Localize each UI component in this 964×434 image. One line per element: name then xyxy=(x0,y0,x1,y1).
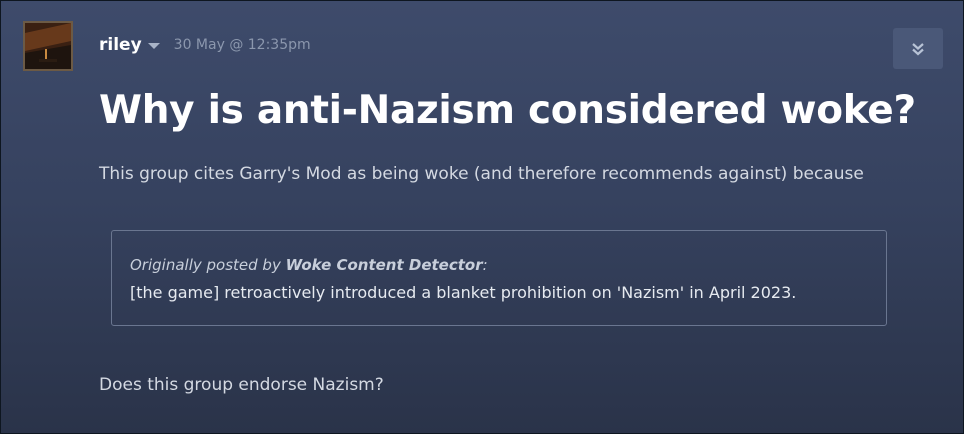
avatar[interactable] xyxy=(23,21,73,71)
quote-block: Originally posted by Woke Content Detect… xyxy=(111,230,887,326)
post-timestamp: 30 May @ 12:35pm xyxy=(173,37,311,53)
quote-attribution: Originally posted by Woke Content Detect… xyxy=(130,251,868,279)
quote-text: [the game] retroactively introduced a bl… xyxy=(130,283,797,302)
quote-suffix: : xyxy=(482,256,488,274)
post-closing-line: Does this group endorse Nazism? xyxy=(99,375,384,395)
avatar-image xyxy=(25,23,71,69)
quote-prefix: Originally posted by xyxy=(130,256,281,274)
author-name[interactable]: riley xyxy=(99,35,142,55)
collapse-button[interactable] xyxy=(893,28,943,69)
forum-post: riley 30 May @ 12:35pm Why is anti-Nazis… xyxy=(0,0,964,434)
double-chevron-down-icon xyxy=(912,42,924,55)
caret-down-icon[interactable] xyxy=(147,43,160,49)
post-body: This group cites Garry's Mod as being wo… xyxy=(99,164,864,184)
author-row: riley 30 May @ 12:35pm xyxy=(99,35,311,55)
quote-author: Woke Content Detector xyxy=(285,256,483,274)
post-title: Why is anti-Nazism considered woke? xyxy=(99,88,916,133)
